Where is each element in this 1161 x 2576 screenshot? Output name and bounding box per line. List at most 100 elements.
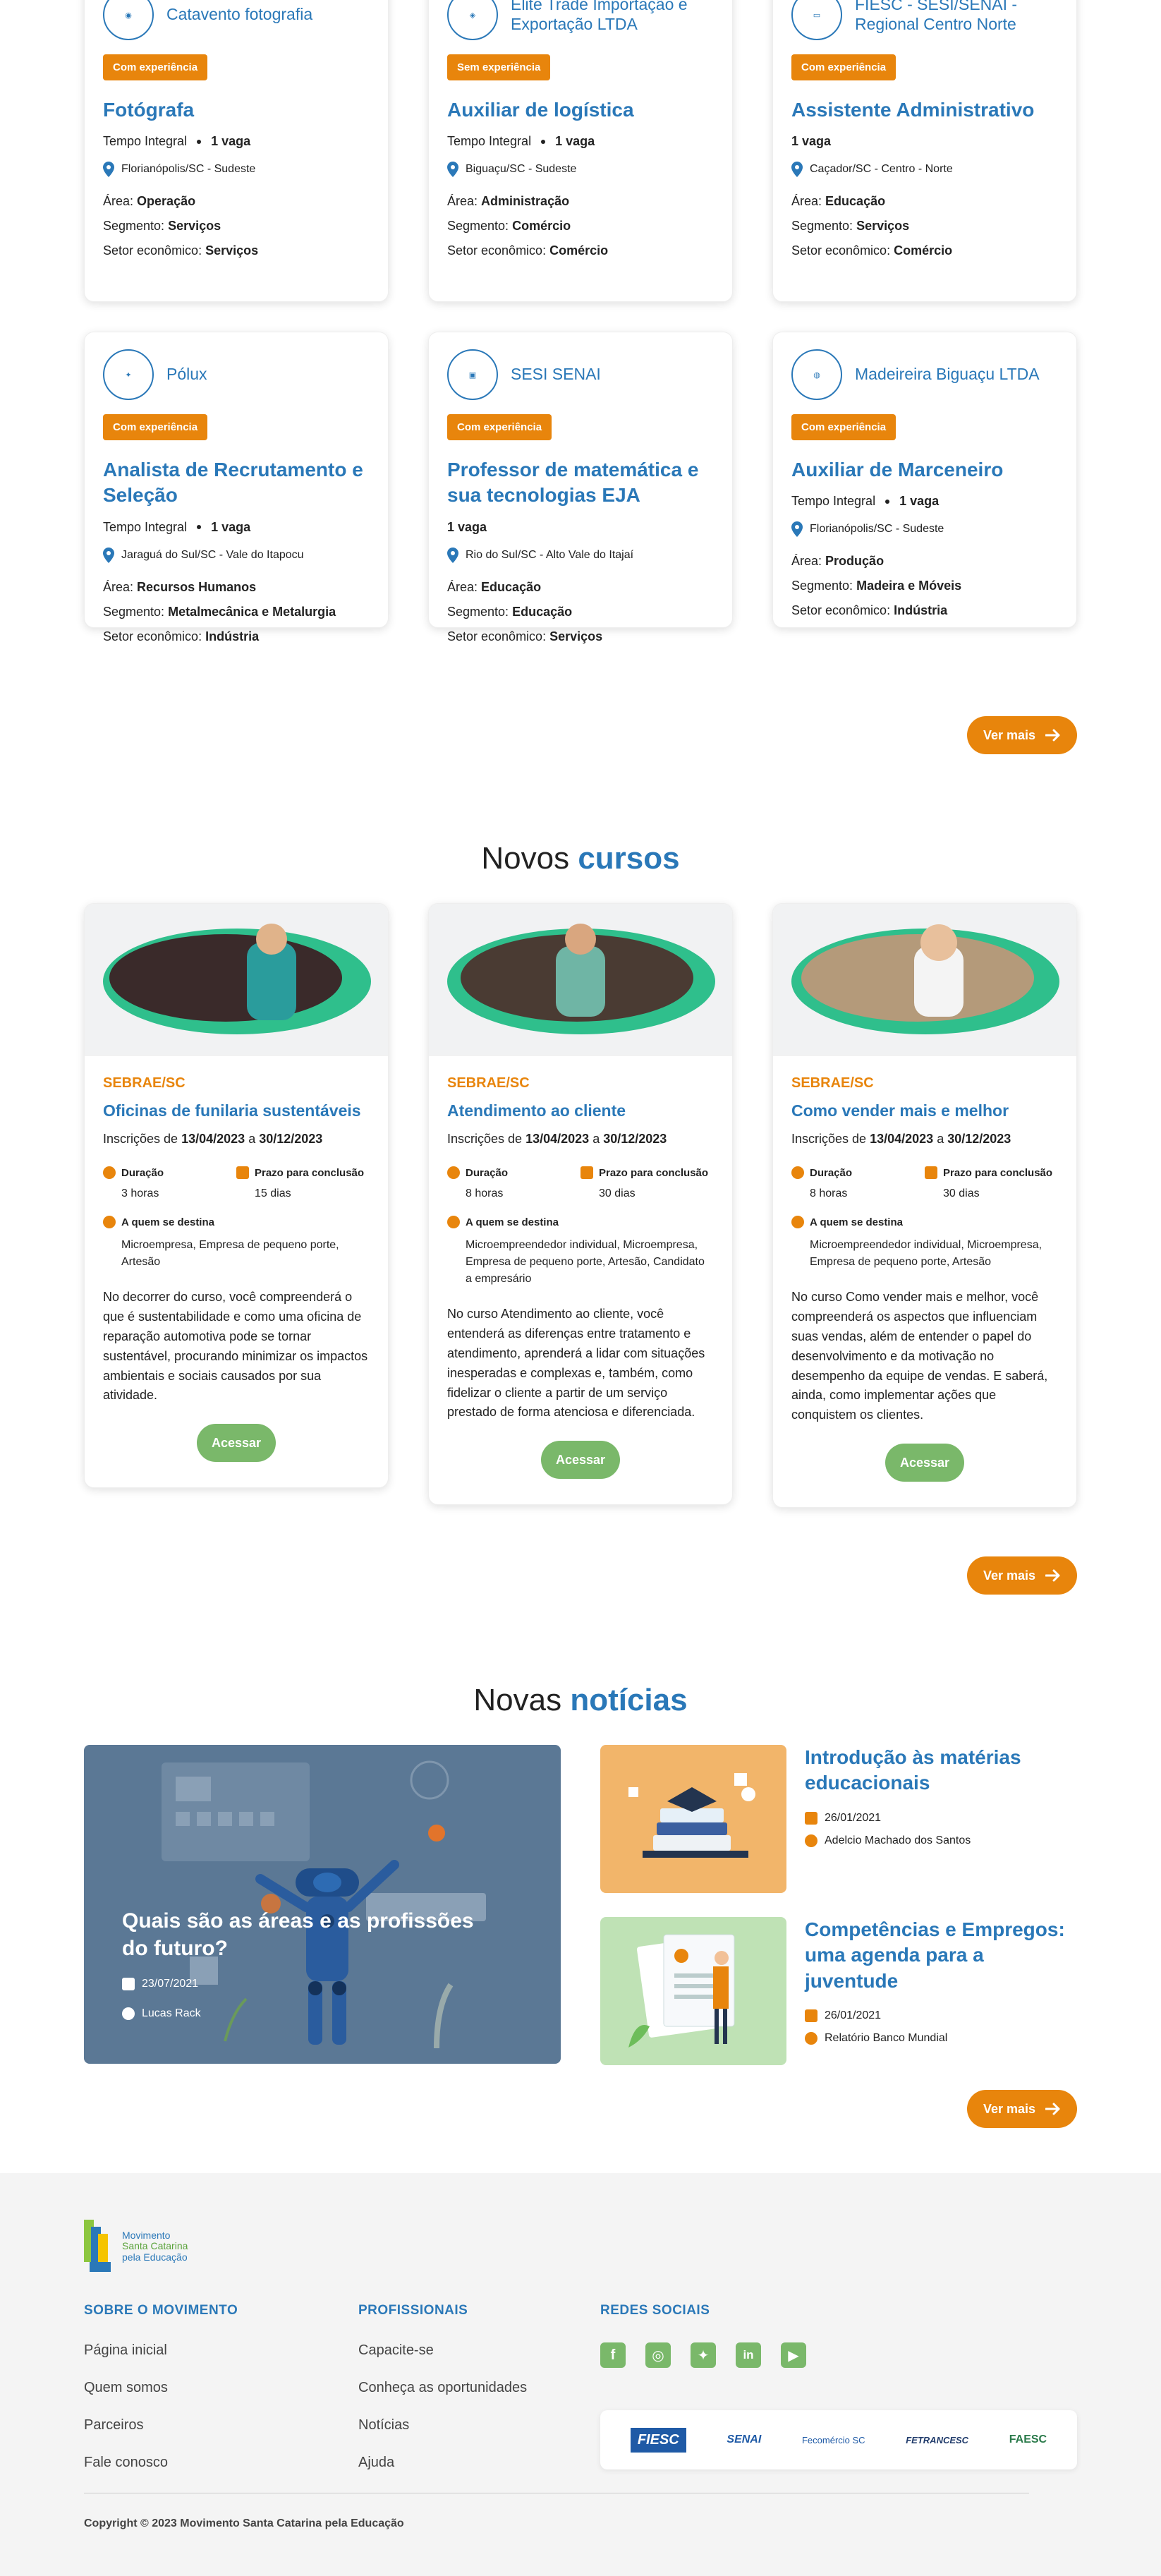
instagram-icon[interactable]: ◎	[645, 2342, 671, 2368]
fiesc-logo[interactable]: FIESC	[630, 2427, 686, 2453]
footer-link-oportunidades[interactable]: Conheça as oportunidades	[358, 2380, 527, 2396]
location-pin-icon	[447, 162, 458, 178]
footer-col-about: SOBRE O MOVIMENTO Página inicial Quem so…	[84, 2303, 238, 2471]
job-title[interactable]: Assistente Administrativo	[791, 97, 1058, 123]
calendar-icon	[580, 1166, 593, 1179]
news-thumbnail	[600, 1745, 786, 1893]
company-name[interactable]: Madeireira Biguaçu LTDA	[855, 365, 1040, 385]
footer-link-quem-somos[interactable]: Quem somos	[84, 2380, 238, 2396]
acessar-button[interactable]: Acessar	[541, 1441, 620, 1480]
course-title[interactable]: Oficinas de funilaria sustentáveis	[103, 1101, 370, 1120]
job-vacancies: 1 vaga	[899, 494, 940, 509]
job-title[interactable]: Professor de matemática e sua tecnologia…	[447, 457, 714, 509]
clock-icon	[791, 1166, 804, 1179]
fecomercio-logo[interactable]: Fecomércio SC	[802, 2435, 865, 2445]
company-name[interactable]: SESI SENAI	[511, 365, 601, 385]
job-title[interactable]: Analista de Recrutamento e Seleção	[103, 457, 370, 509]
courses-ver-mais-button[interactable]: Ver mais	[967, 1556, 1077, 1595]
job-area: Área: Administração	[447, 194, 570, 209]
facebook-icon[interactable]: f	[600, 2342, 626, 2368]
jobs-row-2: ✦ Pólux Com experiência Analista de Recr…	[84, 332, 1077, 643]
job-location: Biguaçu/SC - Sudeste	[447, 162, 714, 178]
course-provider: SEBRAE/SC	[103, 1075, 186, 1091]
job-meta: 1 vaga	[791, 134, 1058, 149]
news-text: Introdução às matérias educacionais 26/0…	[805, 1745, 1077, 1847]
course-image	[85, 904, 388, 1056]
location-pin-icon	[447, 547, 458, 563]
job-area: Área: Educação	[791, 194, 886, 209]
books-illustration	[628, 1773, 755, 1858]
experience-badge: Com experiência	[103, 54, 208, 80]
job-location: Rio do Sul/SC - Alto Vale do Itajaí	[447, 547, 714, 563]
job-sector: Setor econômico: Indústria	[791, 603, 948, 618]
job-card[interactable]: ✦ Pólux Com experiência Analista de Recr…	[84, 332, 389, 643]
footer-col-heading: PROFISSIONAIS	[358, 2303, 468, 2318]
company-name[interactable]: Catavento fotografia	[166, 5, 312, 25]
news-item[interactable]: Competências e Empregos: uma agenda para…	[600, 1917, 1077, 2065]
course-description: No decorrer do curso, você compreenderá …	[103, 1290, 368, 1403]
featured-news-card[interactable]: Quais são as áreas e as profissões do fu…	[84, 1745, 561, 2064]
footer-link-parceiros[interactable]: Parceiros	[84, 2417, 238, 2433]
job-area: Área: Produção	[791, 554, 885, 569]
footer-logo-text: Movimento Santa Catarina pela Educação	[122, 2229, 188, 2263]
senai-logo[interactable]: SENAI	[727, 2433, 761, 2446]
footer-logo[interactable]: Movimento Santa Catarina pela Educação	[84, 2220, 188, 2273]
footer-link-inicio[interactable]: Página inicial	[84, 2342, 238, 2359]
footer-col-heading: SOBRE O MOVIMENTO	[84, 2303, 238, 2318]
course-card[interactable]: SEBRAE/SC Como vender mais e melhor Insc…	[772, 903, 1077, 1508]
job-sector: Setor econômico: Comércio	[447, 243, 609, 258]
job-company: ▣ SESI SENAI	[447, 349, 714, 400]
job-title[interactable]: Auxiliar de logística	[447, 97, 714, 123]
clock-icon	[447, 1166, 460, 1179]
course-enrollment: Inscrições de 13/04/2023 a 30/12/2023	[447, 1132, 667, 1146]
course-photo	[103, 924, 371, 1034]
location-pin-icon	[791, 521, 803, 538]
news-item[interactable]: Introdução às matérias educacionais 26/0…	[600, 1745, 1077, 1893]
news-title[interactable]: Introdução às matérias educacionais	[805, 1745, 1077, 1796]
fetrancesc-logo[interactable]: FETRANCESC	[906, 2435, 968, 2445]
course-title[interactable]: Como vender mais e melhor	[791, 1101, 1058, 1120]
course-card[interactable]: SEBRAE/SC Oficinas de funilaria sustentá…	[84, 903, 389, 1489]
featured-news-title[interactable]: Quais são as áreas e as profissões do fu…	[122, 1907, 496, 1962]
linkedin-icon[interactable]: in	[736, 2342, 761, 2368]
course-title[interactable]: Atendimento ao cliente	[447, 1101, 714, 1120]
course-audience: A quem se destina Microempreendedor indi…	[447, 1216, 714, 1288]
job-sector: Setor econômico: Serviços	[103, 243, 259, 258]
job-company: ✦ Pólux	[103, 349, 370, 400]
footer-link-fale-conosco[interactable]: Fale conosco	[84, 2455, 238, 2471]
news-title[interactable]: Competências e Empregos: uma agenda para…	[805, 1917, 1077, 1994]
social-links: f ◎ ✦ in ▶	[600, 2342, 806, 2368]
experience-badge: Sem experiência	[447, 54, 551, 80]
company-logo: ◈	[447, 0, 498, 40]
footer-link-capacite-se[interactable]: Capacite-se	[358, 2342, 527, 2359]
job-card[interactable]: ◈ Elite Trade Importação e Exportação LT…	[428, 0, 733, 302]
course-card[interactable]: SEBRAE/SC Atendimento ao cliente Inscriç…	[428, 903, 733, 1506]
twitter-icon[interactable]: ✦	[691, 2342, 716, 2368]
job-card[interactable]: ▭ FIESC - SESI/SENAI - Regional Centro N…	[772, 0, 1077, 302]
job-card[interactable]: ◍ Madeireira Biguaçu LTDA Com experiênci…	[772, 332, 1077, 628]
separator-dot	[197, 139, 202, 144]
company-name[interactable]: FIESC - SESI/SENAI - Regional Centro Nor…	[855, 0, 1058, 35]
footer-link-ajuda[interactable]: Ajuda	[358, 2455, 527, 2471]
job-vacancies: 1 vaga	[211, 134, 251, 149]
news-text: Competências e Empregos: uma agenda para…	[805, 1917, 1077, 2045]
company-logo: ◉	[103, 0, 154, 40]
company-name[interactable]: Elite Trade Importação e Exportação LTDA	[511, 0, 714, 35]
job-segment: Segmento: Madeira e Móveis	[791, 579, 962, 593]
job-title[interactable]: Auxiliar de Marceneiro	[791, 457, 1058, 483]
company-name[interactable]: Pólux	[166, 365, 207, 385]
job-title[interactable]: Fotógrafa	[103, 97, 370, 123]
acessar-button[interactable]: Acessar	[885, 1444, 964, 1482]
courses-section-title: Novos cursos	[481, 841, 680, 876]
faesc-logo[interactable]: FAESC	[1009, 2433, 1047, 2446]
company-logo: ✦	[103, 349, 154, 400]
news-ver-mais-button[interactable]: Ver mais	[967, 2090, 1077, 2128]
footer-link-noticias[interactable]: Notícias	[358, 2417, 527, 2433]
youtube-icon[interactable]: ▶	[781, 2342, 806, 2368]
jobs-ver-mais-button[interactable]: Ver mais	[967, 716, 1077, 754]
course-duration: Duração 3 horas	[103, 1166, 236, 1200]
job-card[interactable]: ◉ Catavento fotografia Com experiência F…	[84, 0, 389, 302]
job-card[interactable]: ▣ SESI SENAI Com experiência Professor d…	[428, 332, 733, 643]
acessar-button[interactable]: Acessar	[197, 1424, 276, 1463]
course-enrollment: Inscrições de 13/04/2023 a 30/12/2023	[791, 1132, 1011, 1146]
